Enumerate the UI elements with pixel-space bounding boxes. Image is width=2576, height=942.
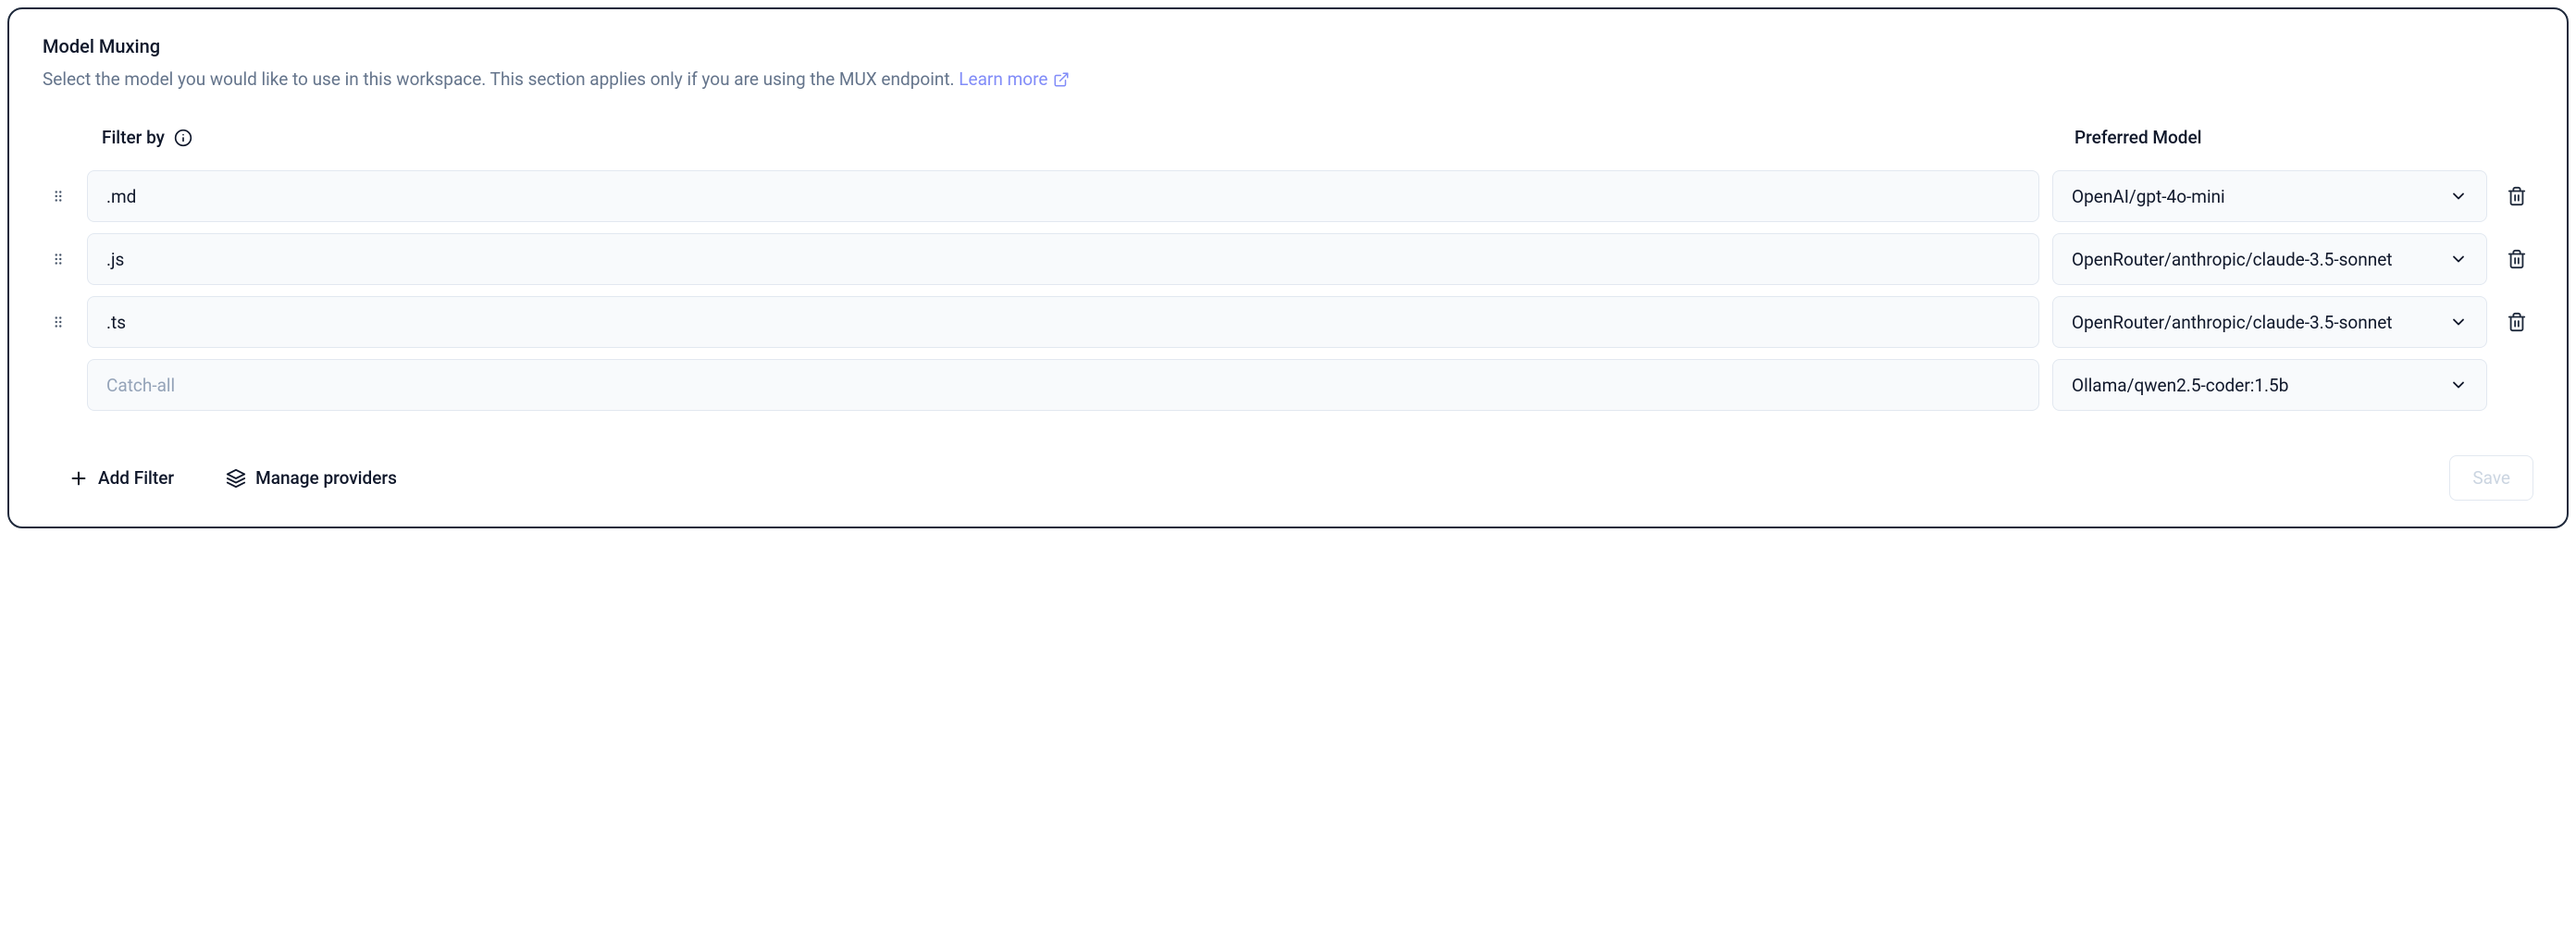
manage-providers-label: Manage providers (255, 467, 397, 489)
model-select[interactable]: Ollama/qwen2.5-coder:1.5b (2052, 359, 2487, 411)
drag-handle[interactable] (43, 251, 74, 267)
model-select[interactable]: OpenRouter/anthropic/claude-3.5-sonnet (2052, 233, 2487, 285)
filter-input[interactable] (87, 296, 2039, 348)
drag-handle[interactable] (43, 314, 74, 330)
chevron-down-icon (2449, 187, 2468, 205)
chevron-down-icon (2449, 250, 2468, 268)
panel-footer: Add Filter Manage providers Save (43, 455, 2533, 501)
layers-icon (226, 468, 246, 489)
add-filter-label: Add Filter (98, 467, 174, 489)
delete-button[interactable] (2500, 186, 2533, 206)
footer-left: Add Filter Manage providers (68, 467, 397, 489)
model-select-value: OpenAI/gpt-4o-mini (2072, 186, 2225, 207)
filter-row: OpenRouter/anthropic/claude-3.5-sonnet (43, 233, 2533, 285)
save-button[interactable]: Save (2449, 455, 2533, 501)
trash-icon (2507, 186, 2527, 206)
info-icon[interactable] (174, 129, 192, 147)
header-filter-by: Filter by (87, 127, 2052, 148)
filter-by-label: Filter by (102, 127, 165, 148)
trash-icon (2507, 249, 2527, 269)
filter-input[interactable] (87, 170, 2039, 222)
grip-icon (50, 314, 67, 330)
model-select[interactable]: OpenRouter/anthropic/claude-3.5-sonnet (2052, 296, 2487, 348)
description-text: Select the model you would like to use i… (43, 68, 955, 90)
learn-more-label: Learn more (959, 68, 1047, 90)
model-muxing-panel: Model Muxing Select the model you would … (7, 7, 2569, 528)
model-select-value: OpenRouter/anthropic/claude-3.5-sonnet (2072, 249, 2393, 270)
manage-providers-button[interactable]: Manage providers (226, 467, 397, 489)
trash-icon (2507, 312, 2527, 332)
model-select-value: Ollama/qwen2.5-coder:1.5b (2072, 375, 2288, 396)
delete-button[interactable] (2500, 312, 2533, 332)
external-link-icon (1053, 71, 1070, 88)
plus-icon (68, 468, 89, 489)
drag-handle[interactable] (43, 188, 74, 205)
panel-title: Model Muxing (43, 35, 2533, 57)
grip-icon (50, 251, 67, 267)
filter-input[interactable] (87, 233, 2039, 285)
learn-more-link[interactable]: Learn more (959, 68, 1070, 90)
grip-icon (50, 188, 67, 205)
delete-button[interactable] (2500, 249, 2533, 269)
filter-input-catchall[interactable] (87, 359, 2039, 411)
model-select-value: OpenRouter/anthropic/claude-3.5-sonnet (2072, 312, 2393, 333)
model-select[interactable]: OpenAI/gpt-4o-mini (2052, 170, 2487, 222)
filter-rows: OpenAI/gpt-4o-mini Op (43, 170, 2533, 411)
filter-row: OpenAI/gpt-4o-mini (43, 170, 2533, 222)
header-preferred-model: Preferred Model (2052, 127, 2487, 148)
panel-description: Select the model you would like to use i… (43, 68, 2533, 90)
chevron-down-icon (2449, 313, 2468, 331)
filter-row-catchall: Ollama/qwen2.5-coder:1.5b (43, 359, 2533, 411)
filter-row: OpenRouter/anthropic/claude-3.5-sonnet (43, 296, 2533, 348)
add-filter-button[interactable]: Add Filter (68, 467, 174, 489)
table-headers: Filter by Preferred Model (43, 127, 2533, 148)
chevron-down-icon (2449, 376, 2468, 394)
